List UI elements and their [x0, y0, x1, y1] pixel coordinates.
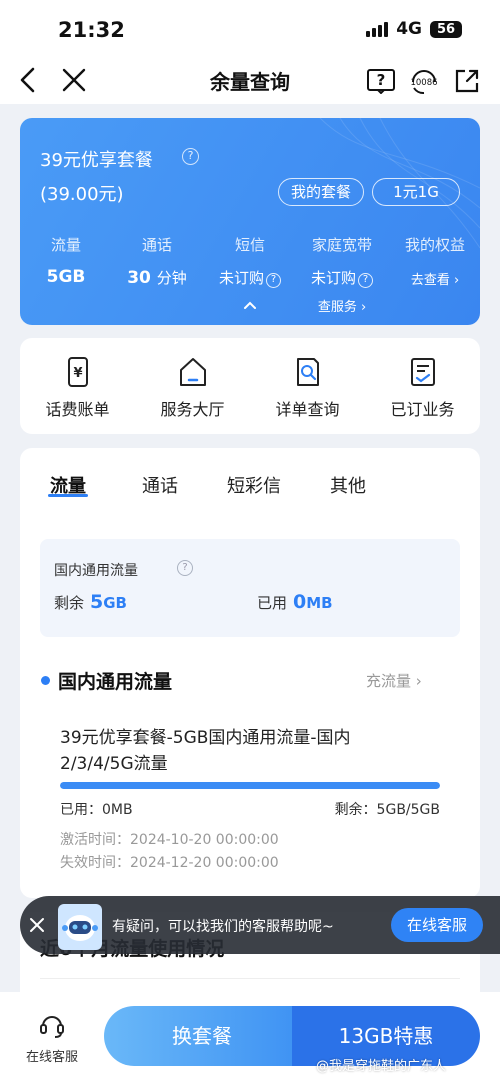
- divider: [40, 978, 460, 979]
- broadband-help-icon[interactable]: ?: [358, 273, 373, 288]
- broadband-status: 未订购: [310, 269, 356, 287]
- quick-action-label: 已订业务: [390, 400, 455, 419]
- stat-label: 短信: [234, 236, 265, 254]
- used-unit: MB: [306, 594, 333, 612]
- stat-value: 30 分钟: [126, 267, 188, 288]
- my-plan-button[interactable]: 我的套餐: [278, 178, 364, 206]
- calls-unit: 分钟: [156, 269, 187, 287]
- sms-help-icon[interactable]: ?: [266, 273, 281, 288]
- stat-broadband[interactable]: 家庭宽带 未订购? 查服务 ›: [306, 234, 378, 315]
- quick-action-hall[interactable]: 服务大厅: [135, 356, 250, 420]
- quick-action-label: 详单查询: [275, 400, 340, 419]
- help-book-icon[interactable]: ?: [366, 68, 396, 94]
- hotline-icon[interactable]: 10086: [408, 66, 440, 96]
- svg-text:¥: ¥: [73, 366, 82, 381]
- status-bar: 21:32 4G 56: [0, 0, 500, 58]
- remaining-text: 剩余：5GB/5GB: [334, 802, 440, 818]
- promo-1g-button[interactable]: 1元1G: [372, 178, 460, 206]
- activation-time: 激活时间：2024-10-20 00:00:00: [60, 832, 279, 848]
- network-type: 4G: [396, 19, 422, 39]
- quick-action-detail[interactable]: 详单查询: [250, 356, 365, 420]
- summary-remaining: 剩余 5GB: [54, 591, 127, 613]
- chevron-up-icon[interactable]: [242, 299, 258, 311]
- stat-label: 我的权益: [404, 236, 465, 254]
- home-icon: [179, 358, 206, 386]
- summary-title: 国内通用流量: [54, 563, 138, 579]
- rights-link[interactable]: 去查看 ›: [400, 269, 470, 288]
- online-support-button[interactable]: 在线客服: [391, 908, 483, 942]
- customer-service-button[interactable]: 在线客服: [20, 1010, 84, 1065]
- summary-help-icon[interactable]: ?: [177, 560, 193, 576]
- tab-calls[interactable]: 通话: [142, 472, 178, 498]
- stat-data[interactable]: 流量 5GB: [46, 234, 86, 287]
- signal-icon: [366, 21, 389, 37]
- expiry-time: 失效时间：2024-12-20 00:00:00: [60, 855, 279, 871]
- remaining-label: 剩余: [54, 594, 85, 612]
- stat-calls[interactable]: 通话 30 分钟: [126, 234, 188, 288]
- usage-progress-fill: [60, 782, 440, 789]
- quick-action-bill[interactable]: ¥ 话费账单: [20, 356, 135, 420]
- stat-rights[interactable]: 我的权益 去查看 ›: [400, 234, 470, 288]
- nav-bar: 余量查询 ? 10086: [0, 58, 500, 104]
- remaining-value: 5: [90, 591, 104, 613]
- recharge-link[interactable]: 充流量 ›: [366, 670, 422, 691]
- usage-progress-bar: [60, 782, 440, 789]
- usage-card: 流量 通话 短彩信 其他 国内通用流量 ? 剩余 5GB 已用 0MB 国内通用流量…: [20, 448, 480, 898]
- hotline-number: 10086: [410, 78, 437, 88]
- stat-sms[interactable]: 短信 未订购?: [214, 234, 286, 288]
- stat-value: 未订购?: [214, 267, 286, 288]
- svg-text:?: ?: [377, 71, 386, 89]
- watermark: @我是穿拖鞋的广东人: [316, 1059, 447, 1074]
- battery-icon: 56: [430, 20, 462, 38]
- tab-sms[interactable]: 短彩信: [227, 472, 281, 498]
- sms-status: 未订购: [218, 269, 264, 287]
- status-time: 21:32: [58, 18, 125, 42]
- tab-other[interactable]: 其他: [330, 472, 366, 498]
- support-toast: 有疑问，可以找我们的客服帮助呢~ 在线客服: [20, 896, 500, 954]
- remaining-unit: GB: [103, 594, 127, 612]
- stat-label: 家庭宽带: [311, 236, 372, 254]
- customer-service-label: 在线客服: [25, 1050, 78, 1065]
- detail-search-icon: [296, 358, 319, 386]
- active-tab-indicator: [48, 494, 88, 497]
- stat-label: 通话: [141, 236, 172, 254]
- section-dot: [41, 676, 50, 685]
- plan-price: (39.00元): [40, 184, 124, 205]
- stat-label: 流量: [50, 236, 81, 254]
- toast-message: 有疑问，可以找我们的客服帮助呢~: [112, 919, 334, 935]
- summary-used: 已用 0MB: [257, 591, 333, 613]
- stat-value: 5GB: [46, 267, 86, 287]
- check-service-link[interactable]: 查服务 ›: [306, 296, 378, 315]
- stat-value: 未订购?: [306, 267, 378, 288]
- change-plan-button[interactable]: 换套餐: [104, 1006, 300, 1066]
- quick-action-subscribed[interactable]: 已订业务: [365, 356, 480, 420]
- quick-action-label: 话费账单: [45, 400, 110, 419]
- status-indicators: 4G 56: [366, 19, 462, 39]
- plan-name: 39元优享套餐: [40, 150, 153, 171]
- package-item-title: 39元优享套餐-5GB国内通用流量-国内2/3/4/5G流量: [60, 728, 351, 774]
- used-label: 已用: [257, 594, 288, 612]
- headset-icon: [40, 1016, 64, 1038]
- used-value: 0: [293, 591, 307, 613]
- quick-action-label: 服务大厅: [160, 400, 225, 419]
- bill-icon: ¥: [67, 357, 88, 387]
- quick-actions: ¥ 话费账单 服务大厅 详单查询 已订业务: [20, 338, 480, 434]
- plan-card: 39元优享套餐 ? (39.00元) 我的套餐 1元1G 流量 5GB 通话 3…: [20, 118, 480, 325]
- usage-summary: 国内通用流量 ? 剩余 5GB 已用 0MB: [40, 539, 460, 637]
- close-icon[interactable]: [29, 917, 45, 933]
- section-title: 国内通用流量: [58, 671, 173, 693]
- robot-avatar-icon: [58, 904, 102, 950]
- share-icon[interactable]: [453, 67, 481, 95]
- calls-minutes: 30: [127, 268, 151, 288]
- subscribed-icon: [410, 358, 435, 386]
- plan-help-icon[interactable]: ?: [182, 148, 199, 165]
- used-text: 已用：0MB: [60, 802, 133, 818]
